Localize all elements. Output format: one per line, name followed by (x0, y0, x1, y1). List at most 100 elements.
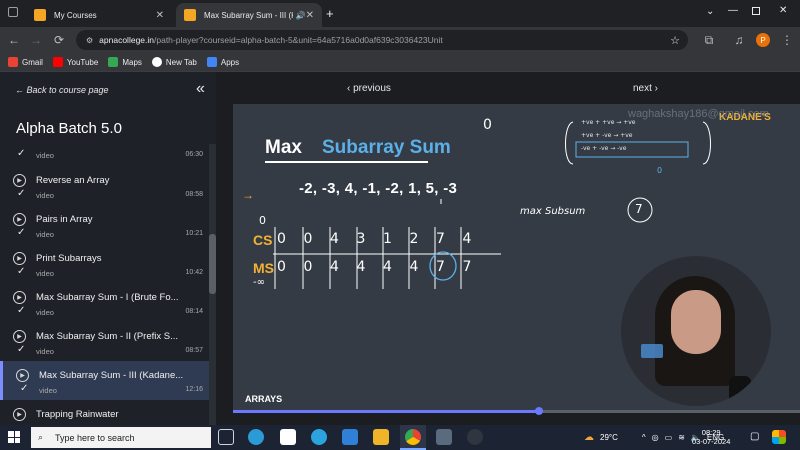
current-sum-cell: 4 (462, 231, 472, 247)
forward-arrow-icon[interactable]: → (27, 31, 45, 49)
completed-check-icon: ✓ (17, 227, 26, 238)
site-info-icon[interactable]: ⚙ (86, 36, 93, 45)
close-window-icon[interactable]: ✕ (779, 5, 787, 16)
back-to-course-link[interactable]: ← Back to course page (15, 85, 109, 95)
media-control-icon[interactable]: ♫ (730, 31, 748, 49)
next-lesson-link[interactable]: next › (633, 83, 658, 94)
tab-search-icon[interactable] (8, 7, 18, 17)
current-sum-cell: 3 (356, 231, 366, 247)
chrome-taskbar-active[interactable] (400, 425, 426, 450)
current-sum-cell: 0 (277, 231, 286, 247)
bookmark-label: Apps (220, 57, 240, 67)
file-explorer-icon[interactable] (373, 429, 389, 445)
webcam-tray-icon[interactable]: ◎ (652, 433, 659, 442)
lesson-item[interactable]: Print Subarrays ▶ ✓ video 10:42 (0, 244, 209, 283)
max-sum-cell: 4 (383, 259, 392, 275)
max-sum-cell: 4 (356, 259, 366, 275)
lesson-duration: 08:58 (185, 191, 203, 198)
address-bar[interactable]: ⚙ apnacollege.in /path-player?courseid=a… (76, 30, 688, 50)
maximize-icon[interactable] (752, 7, 760, 15)
tab-bar: My Courses ✕ Max Subarray Sum - III (Kad… (0, 0, 800, 27)
lesson-title: Pairs in Array (36, 214, 93, 225)
url-path: /path-player?courseid=alpha-batch-5&unit… (154, 35, 443, 45)
video-progress-knob[interactable] (535, 407, 544, 415)
apna-college-favicon-icon (184, 9, 196, 21)
lesson-item[interactable]: Pairs in Array ▶ ✓ video 10:21 (0, 205, 209, 244)
extensions-icon[interactable]: ⧉ (700, 31, 718, 49)
lesson-duration: 08:14 (185, 308, 203, 315)
lesson-list: ✓ video 06:30 Reverse an Array ▶ ✓ video 08:58 P… (0, 144, 209, 425)
max-sum-cell: 0 (303, 259, 313, 275)
github-icon[interactable] (467, 429, 483, 445)
sign-rules-note: +ve + +ve → +ve +ve + -ve → +ve -ve + -v… (581, 116, 636, 155)
lesson-item[interactable]: Max Subarray Sum - III (Kadane... ▶ ✓ video… (0, 361, 209, 400)
course-title: Alpha Batch 5.0 (16, 120, 122, 137)
lesson-type: video (36, 151, 54, 160)
wifi-icon[interactable]: ≋ (678, 433, 685, 442)
microphone (729, 376, 751, 406)
url-host: apnacollege.in (99, 35, 154, 45)
sign-rule-line: -ve + -ve → -ve (581, 145, 627, 152)
tab-max-subarray[interactable]: Max Subarray Sum - III (Kad… 🔊 ✕ (176, 3, 322, 27)
search-placeholder: Type here to search (55, 432, 135, 443)
lesson-item[interactable]: Max Subarray Sum - II (Prefix S... ▶ ✓ vide… (0, 322, 209, 361)
bookmark-youtube[interactable]: YouTube (52, 57, 98, 67)
task-view-icon[interactable] (218, 429, 234, 445)
weather-temp[interactable]: 29°C (600, 433, 618, 442)
current-sum-cell: 1 (383, 231, 392, 247)
search-icon: ⌕ (38, 432, 44, 442)
chevron-up-icon[interactable]: ^ (642, 433, 646, 442)
collapse-sidebar-icon[interactable]: « (196, 80, 205, 98)
vscode-icon[interactable] (342, 429, 358, 445)
taskbar-clock[interactable]: 08:29 03-07-2024 (692, 428, 730, 446)
close-tab-icon[interactable]: ✕ (156, 10, 164, 21)
telegram-icon[interactable] (311, 429, 327, 445)
bookmark-gmail[interactable]: Gmail (8, 57, 43, 67)
lesson-duration: 12:16 (185, 386, 203, 393)
tab-title: My Courses (54, 10, 97, 20)
new-tab-button[interactable]: + (326, 6, 334, 21)
completed-check-icon: ✓ (17, 305, 26, 316)
back-arrow-icon[interactable]: ← (5, 31, 23, 49)
close-tab-icon[interactable]: ✕ (306, 10, 314, 21)
tab-my-courses[interactable]: My Courses ✕ (26, 3, 172, 27)
arrays-caption: ARRAYS (245, 394, 283, 404)
bookmark-apps[interactable]: Apps (206, 57, 240, 67)
edge-icon[interactable] (248, 429, 264, 445)
lesson-item[interactable]: Max Subarray Sum - I (Brute Fo... ▶ ✓ video… (0, 283, 209, 322)
bookmark-maps[interactable]: Maps (108, 57, 142, 67)
completed-check-icon: ✓ (17, 148, 26, 159)
profile-avatar[interactable]: P (756, 33, 770, 47)
more-menu-icon[interactable]: ⋮ (778, 31, 796, 49)
lesson-type: video (36, 191, 54, 200)
max-sum-cell: 0 (277, 259, 286, 275)
device-tray-icon[interactable]: ▭ (665, 433, 673, 442)
lesson-item[interactable]: Reverse an Array ▶ ✓ video 08:58 (0, 166, 209, 205)
copilot-icon[interactable] (772, 430, 786, 444)
lesson-duration: 10:21 (185, 230, 203, 237)
video-player-area: ‹ previous next › Max Subarray Sum 0 → -… (216, 72, 800, 425)
minimize-icon[interactable]: — (728, 5, 738, 16)
lesson-item[interactable]: ✓ video 06:30 (0, 144, 209, 165)
video-frame[interactable]: Max Subarray Sum 0 → -2, -3, 4, -1, -2, … (233, 104, 800, 412)
play-circle-icon: ▶ (13, 174, 26, 187)
notifications-icon[interactable]: ▢ (750, 431, 759, 442)
taskbar-search-input[interactable]: ⌕ Type here to search (31, 427, 211, 448)
lesson-type: video (39, 386, 57, 395)
sidebar-scrollbar-thumb[interactable] (209, 234, 216, 294)
previous-lesson-link[interactable]: ‹ previous (347, 83, 391, 94)
capcut-icon[interactable] (280, 429, 296, 445)
bookmark-star-icon[interactable]: ☆ (670, 34, 680, 47)
clock-date: 03-07-2024 (692, 437, 731, 446)
windows-start-icon[interactable] (8, 431, 20, 443)
audio-playing-icon[interactable]: 🔊 (296, 11, 306, 20)
lesson-item[interactable]: Trapping Rainwater▶video (0, 400, 209, 425)
weather-icon[interactable]: ☁ (584, 432, 594, 443)
bookmark-new-tab[interactable]: New Tab (151, 57, 197, 67)
lesson-type: video (36, 308, 54, 317)
reload-icon[interactable]: ⟳ (50, 31, 68, 49)
chevron-down-icon[interactable]: ⌄ (706, 6, 714, 17)
max-sum-cell: 4 (409, 259, 419, 275)
app-icon[interactable] (436, 429, 452, 445)
browser-toolbar: ← → ⟳ ⚙ apnacollege.in /path-player?cour… (0, 27, 800, 53)
